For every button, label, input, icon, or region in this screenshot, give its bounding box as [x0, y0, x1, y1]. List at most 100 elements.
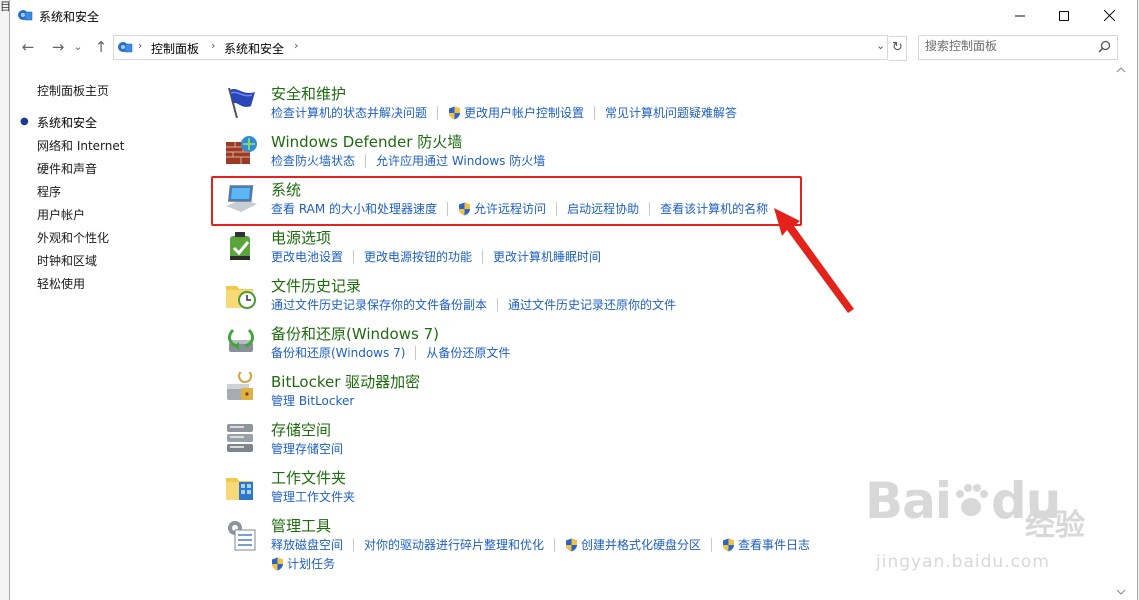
search-icon[interactable] — [1098, 40, 1111, 53]
category-storage-spaces: 存储空间 管理存储空间 — [215, 418, 1115, 466]
left-item-programs[interactable]: 程序 — [37, 183, 61, 200]
watermark-cn: 经验 — [1025, 508, 1085, 543]
task-link[interactable]: 管理 BitLocker — [271, 392, 354, 409]
watermark-url: jingyan.baidu.com — [876, 552, 1050, 572]
task-link[interactable]: 更改电源按钮的功能 — [364, 248, 472, 265]
category-file-history: 文件历史记录 通过文件历史记录保存你的文件备份副本 通过文件历史记录还原你的文件 — [215, 274, 1115, 322]
left-item-ease-of-access[interactable]: 轻松使用 — [37, 275, 85, 292]
task-link[interactable]: 计划任务 — [271, 555, 335, 572]
category-title[interactable]: BitLocker 驱动器加密 — [271, 371, 420, 392]
task-link-label: 通过文件历史记录还原你的文件 — [508, 298, 677, 312]
control-panel-home-link[interactable]: 控制面板主页 — [37, 82, 109, 99]
task-link-label: 更改用户帐户控制设置 — [464, 106, 585, 120]
admin-tools-icon[interactable] — [223, 516, 259, 552]
power-options-icon[interactable] — [223, 228, 259, 264]
left-item-network-internet[interactable]: 网络和 Internet — [37, 137, 124, 154]
task-link[interactable]: 备份和还原(Windows 7) — [271, 344, 405, 361]
category-task-links: 备份和还原(Windows 7) 从备份还原文件 — [271, 344, 510, 361]
category-title[interactable]: 安全和维护 — [271, 83, 346, 104]
task-link[interactable]: 常见计算机问题疑难解答 — [605, 104, 737, 121]
category-task-links: 更改电池设置 更改电源按钮的功能 更改计算机睡眠时间 — [271, 248, 601, 265]
task-link[interactable]: 释放磁盘空间 — [271, 536, 343, 553]
category-task-links: 释放磁盘空间 对你的驱动器进行碎片整理和优化 创建并格式化硬盘分区 查看事件日志 — [271, 536, 810, 553]
task-link-label: 更改计算机睡眠时间 — [493, 250, 602, 264]
refresh-button[interactable]: ↻ — [889, 36, 907, 61]
link-divider — [353, 249, 355, 264]
left-item-system-security[interactable]: 系统和安全 — [37, 114, 97, 131]
scroll-down-icon[interactable] — [1113, 586, 1129, 598]
category-power-options: 电源选项 更改电池设置 更改电源按钮的功能 更改计算机睡眠时间 — [215, 226, 1115, 274]
task-link[interactable]: 检查防火墙状态 — [271, 152, 355, 169]
work-folders-icon[interactable] — [223, 468, 259, 504]
category-title[interactable]: 工作文件夹 — [271, 467, 346, 488]
scroll-up-icon[interactable] — [1113, 64, 1129, 76]
address-dropdown-button[interactable]: ⌄ — [876, 39, 885, 52]
vertical-scrollbar[interactable] — [1113, 62, 1129, 600]
back-button[interactable]: ← — [18, 37, 38, 57]
task-link[interactable]: 通过文件历史记录还原你的文件 — [508, 296, 676, 313]
uac-shield-icon — [449, 106, 461, 119]
left-navigation-pane: 控制面板主页 ● 系统和安全 网络和 Internet 硬件和声音 程序 用户帐… — [10, 62, 200, 600]
task-link[interactable]: 更改电池设置 — [271, 248, 343, 265]
task-link[interactable]: 从备份还原文件 — [426, 344, 510, 361]
flag-icon[interactable] — [223, 84, 259, 120]
left-item-hardware-sound[interactable]: 硬件和声音 — [37, 160, 97, 177]
minimize-button[interactable] — [997, 0, 1043, 31]
left-item-appearance[interactable]: 外观和个性化 — [37, 229, 109, 246]
task-link[interactable]: 更改用户帐户控制设置 — [448, 104, 584, 121]
address-bar[interactable]: › 控制面板 › 系统和安全 › — [113, 35, 888, 60]
category-task-links: 检查计算机的状态并解决问题 更改用户帐户控制设置 常见计算机问题疑难解答 — [271, 104, 737, 121]
backup-icon[interactable] — [223, 324, 259, 360]
task-link-label: 从备份还原文件 — [426, 346, 511, 360]
close-button[interactable] — [1086, 0, 1132, 31]
firewall-icon[interactable] — [223, 132, 259, 168]
task-link-label: 释放磁盘空间 — [271, 538, 344, 552]
task-link-label: 检查计算机的状态并解决问题 — [271, 106, 428, 120]
task-link[interactable]: 通过文件历史记录保存你的文件备份副本 — [271, 296, 487, 313]
task-link[interactable]: 管理工作文件夹 — [271, 488, 355, 505]
file-history-icon[interactable] — [223, 276, 259, 312]
bitlocker-icon[interactable] — [223, 369, 259, 408]
storage-spaces-icon[interactable] — [223, 420, 259, 456]
left-item-clock-region[interactable]: 时钟和区域 — [37, 252, 97, 269]
task-link[interactable]: 允许应用通过 Windows 防火墙 — [376, 152, 545, 169]
category-task-links: 通过文件历史记录保存你的文件备份副本 通过文件历史记录还原你的文件 — [271, 296, 676, 313]
breadcrumb-system-security[interactable]: 系统和安全 — [224, 40, 284, 57]
maximize-button[interactable] — [1041, 0, 1087, 31]
category-title[interactable]: 备份和还原(Windows 7) — [271, 323, 439, 344]
navigation-bar: ← → ⌄ ↑ › 控制面板 › 系统和安全 › ⌄ ↻ — [10, 32, 1137, 62]
search-input[interactable] — [925, 39, 1090, 53]
task-link[interactable]: 更改计算机睡眠时间 — [493, 248, 601, 265]
minimize-icon — [1015, 15, 1025, 16]
link-divider — [554, 537, 556, 552]
task-link-label: 备份和还原(Windows 7) — [271, 346, 406, 360]
task-link[interactable]: 管理存储空间 — [271, 440, 343, 457]
task-link[interactable]: 检查计算机的状态并解决问题 — [271, 104, 427, 121]
left-item-user-accounts[interactable]: 用户帐户 — [37, 206, 85, 223]
recent-locations-button[interactable]: ⌄ — [72, 37, 84, 57]
control-panel-app-icon — [18, 10, 33, 21]
search-box[interactable] — [918, 35, 1118, 60]
category-title[interactable]: 管理工具 — [271, 515, 331, 536]
task-link[interactable]: 创建并格式化硬盘分区 — [565, 536, 701, 553]
task-link[interactable]: 对你的驱动器进行碎片整理和优化 — [364, 536, 544, 553]
task-link-label: 常见计算机问题疑难解答 — [605, 106, 738, 120]
uac-shield-icon — [566, 538, 578, 551]
link-divider — [365, 153, 367, 168]
category-title[interactable]: 文件历史记录 — [271, 275, 361, 296]
up-button[interactable]: ↑ — [91, 37, 111, 57]
category-task-links: 检查防火墙状态 允许应用通过 Windows 防火墙 — [271, 152, 545, 169]
title-bar: 系统和安全 — [10, 0, 1137, 31]
category-backup: 备份和还原(Windows 7) 备份和还原(Windows 7) 从备份还原文件 — [215, 322, 1115, 370]
category-bitlocker: BitLocker 驱动器加密 管理 BitLocker — [215, 369, 1115, 418]
breadcrumb-control-panel[interactable]: 控制面板 — [151, 40, 199, 57]
category-title[interactable]: Windows Defender 防火墙 — [271, 131, 462, 152]
link-divider — [711, 537, 713, 552]
forward-button[interactable]: → — [48, 37, 68, 57]
task-link-label: 更改电源按钮的功能 — [364, 250, 473, 264]
category-title[interactable]: 电源选项 — [271, 227, 331, 248]
breadcrumb-separator: › — [211, 39, 216, 52]
task-link[interactable]: 查看事件日志 — [722, 536, 810, 553]
maximize-icon — [1059, 10, 1069, 21]
category-title[interactable]: 存储空间 — [271, 419, 331, 440]
